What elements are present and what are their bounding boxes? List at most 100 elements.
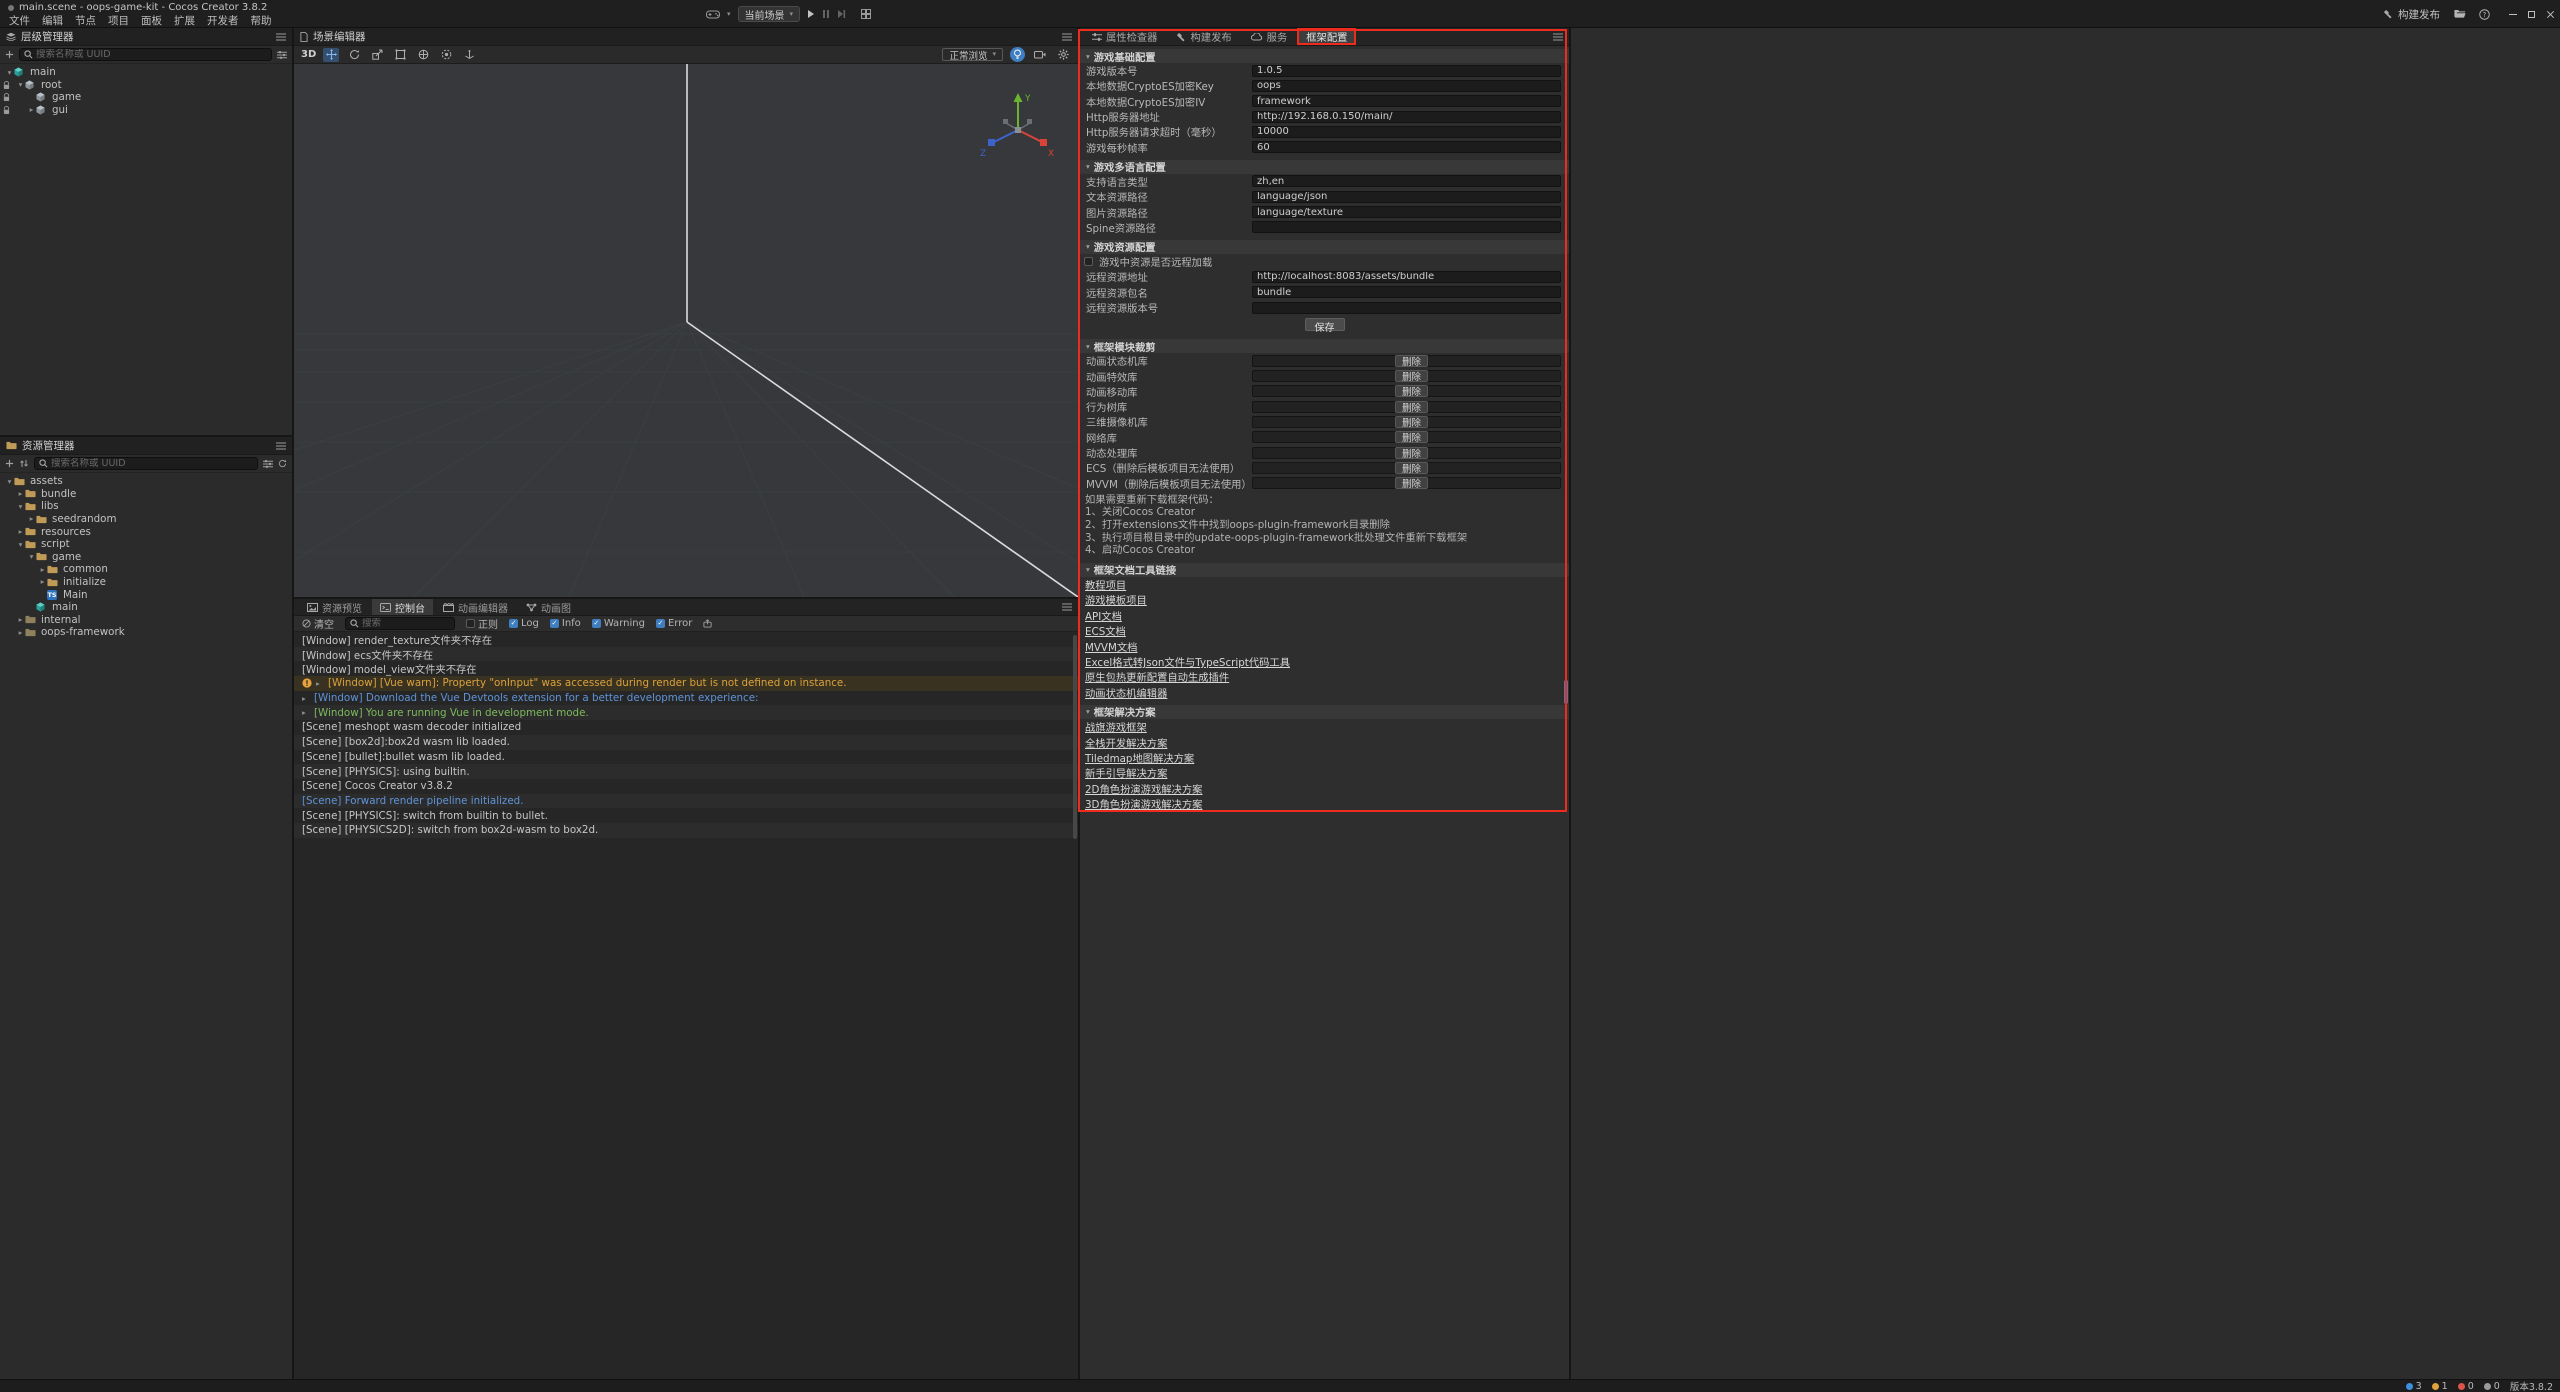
menu-item-5[interactable]: 扩展 (168, 13, 201, 28)
remote-load-checkbox[interactable] (1084, 257, 1093, 266)
console-searchbox[interactable] (345, 617, 455, 630)
menu-item-4[interactable]: 面板 (135, 13, 168, 28)
property-input[interactable] (1252, 95, 1561, 107)
assets-searchbox[interactable] (34, 457, 258, 470)
log-row[interactable]: ▸[Window] [Vue warn]: Property "onInput"… (294, 676, 1078, 691)
menu-item-1[interactable]: 编辑 (36, 13, 69, 28)
delete-button[interactable]: 删除 (1395, 385, 1428, 397)
doc-link[interactable]: Tiledmap地图解决方案 (1085, 750, 1194, 765)
coordinate-toggle[interactable] (461, 48, 477, 62)
property-input[interactable] (1252, 221, 1561, 233)
pause-button[interactable] (822, 9, 830, 19)
log-row[interactable]: ▸[Window] You are running Vue in develop… (294, 705, 1078, 720)
log-row[interactable]: [Scene] [bullet]:bullet wasm lib loaded. (294, 750, 1078, 765)
tree-row[interactable]: ▸gui (0, 104, 292, 117)
rotate-tool[interactable] (346, 48, 362, 62)
tree-row[interactable]: ▾main (0, 66, 292, 79)
console-tab-3[interactable]: 动画图 (518, 599, 579, 615)
console-tab-0[interactable]: 资源预览 (299, 599, 370, 615)
tree-row[interactable]: game (0, 91, 292, 104)
layout-grid-icon[interactable] (861, 9, 871, 19)
tree-row[interactable]: ▾game (0, 551, 292, 564)
tree-row[interactable]: ▸internal (0, 614, 292, 627)
chevron-down-icon[interactable]: ▾ (5, 478, 14, 486)
inspector-tab-0[interactable]: 属性检查器 (1083, 28, 1166, 45)
log-row[interactable]: [Scene] [PHYSICS]: switch from builtin t… (294, 808, 1078, 823)
menu-item-0[interactable]: 文件 (3, 13, 36, 28)
panel-menu-icon[interactable] (276, 442, 286, 450)
play-button[interactable] (807, 9, 815, 19)
delete-button[interactable]: 删除 (1395, 355, 1428, 367)
section-header[interactable]: ▾游戏资源配置 (1080, 240, 1569, 254)
tree-row[interactable]: ▾assets (0, 475, 292, 488)
sort-icon[interactable] (19, 459, 29, 468)
property-input[interactable] (1252, 302, 1561, 314)
tree-row[interactable]: ▾libs (0, 500, 292, 513)
log-row[interactable]: [Window] render_texture文件夹不存在 (294, 632, 1078, 647)
menu-item-6[interactable]: 开发者 (201, 13, 245, 28)
pivot-toggle[interactable] (438, 48, 454, 62)
rect-tool[interactable] (392, 48, 408, 62)
chevron-right-icon[interactable]: ▸ (302, 694, 310, 703)
tree-row[interactable]: ▸bundle (0, 488, 292, 501)
inspector-tab-3[interactable]: 框架配置 (1297, 28, 1356, 45)
log-filter-3[interactable]: ✓Warning (592, 618, 645, 629)
chevron-right-icon[interactable]: ▸ (16, 490, 25, 498)
log-filter-1[interactable]: ✓Log (509, 618, 539, 629)
tree-row[interactable]: ▸common (0, 563, 292, 576)
lighting-toggle[interactable] (1010, 47, 1025, 62)
log-row[interactable]: ▸[Window] Download the Vue Devtools exte… (294, 691, 1078, 706)
doc-link[interactable]: API文档 (1085, 608, 1122, 623)
chevron-right-icon[interactable]: ▸ (316, 679, 324, 688)
refresh-icon[interactable] (278, 459, 287, 468)
scrollbar-thumb[interactable] (1564, 680, 1568, 704)
log-row[interactable]: [Window] ecs文件夹不存在 (294, 647, 1078, 662)
chevron-right-icon[interactable]: ▸ (302, 708, 310, 717)
doc-link[interactable]: 新手引导解决方案 (1085, 765, 1167, 780)
doc-link[interactable]: MVVM文档 (1085, 639, 1137, 654)
save-button[interactable]: 保存 (1305, 318, 1345, 331)
mode-3d-toggle[interactable]: 3D (301, 49, 316, 60)
tasks-counter[interactable]: 0 (2484, 1381, 2500, 1392)
delete-button[interactable]: 删除 (1395, 462, 1428, 474)
chevron-down-icon[interactable]: ▾ (727, 11, 731, 18)
property-input[interactable] (1252, 141, 1561, 153)
log-row[interactable]: [Scene] meshopt wasm decoder initialized (294, 720, 1078, 735)
doc-link[interactable]: 原生包热更新配置自动生成插件 (1085, 669, 1229, 684)
doc-link[interactable]: Excel格式转Json文件与TypeScript代码工具 (1085, 654, 1290, 669)
section-header[interactable]: ▾框架模块裁剪 (1080, 339, 1569, 353)
delete-button[interactable]: 删除 (1395, 447, 1428, 459)
scene-viewport[interactable]: Y X Z (294, 64, 1078, 597)
property-input[interactable] (1252, 111, 1561, 123)
doc-link[interactable]: 游戏模板项目 (1085, 592, 1147, 607)
menu-item-2[interactable]: 节点 (69, 13, 102, 28)
tree-row[interactable]: ▾root (0, 79, 292, 92)
section-header[interactable]: ▾游戏基础配置 (1080, 49, 1569, 63)
log-filter-4[interactable]: ✓Error (656, 618, 692, 629)
log-row[interactable]: [Scene] [box2d]:box2d wasm lib loaded. (294, 735, 1078, 750)
checkbox[interactable]: ✓ (550, 619, 559, 628)
doc-link[interactable]: ECS文档 (1085, 623, 1126, 638)
section-header[interactable]: ▾框架解决方案 (1080, 705, 1569, 719)
move-tool[interactable] (323, 48, 339, 62)
chevron-right-icon[interactable]: ▸ (38, 566, 47, 574)
log-row[interactable]: [Scene] [PHYSICS2D]: switch from box2d-w… (294, 823, 1078, 838)
checkbox[interactable] (466, 619, 475, 628)
doc-link[interactable]: 3D角色扮演游戏解决方案 (1085, 796, 1202, 811)
chevron-down-icon[interactable]: ▾ (16, 503, 25, 511)
delete-button[interactable]: 删除 (1395, 401, 1428, 413)
scale-tool[interactable] (369, 48, 385, 62)
axis-gizmo[interactable]: Y X Z (976, 84, 1060, 168)
chevron-down-icon[interactable]: ▾ (27, 553, 36, 561)
menu-item-3[interactable]: 项目 (102, 13, 135, 28)
panel-menu-icon[interactable] (1553, 33, 1563, 41)
console-search-input[interactable] (362, 618, 450, 629)
inspector-tab-2[interactable]: 服务 (1242, 28, 1297, 45)
panel-menu-icon[interactable] (276, 33, 286, 41)
hierarchy-search-input[interactable] (36, 49, 267, 60)
chevron-right-icon[interactable]: ▸ (27, 106, 36, 114)
assets-search-input[interactable] (51, 458, 253, 469)
log-filter-2[interactable]: ✓Info (550, 618, 581, 629)
property-input[interactable] (1252, 191, 1561, 203)
add-node-icon[interactable] (5, 50, 14, 59)
